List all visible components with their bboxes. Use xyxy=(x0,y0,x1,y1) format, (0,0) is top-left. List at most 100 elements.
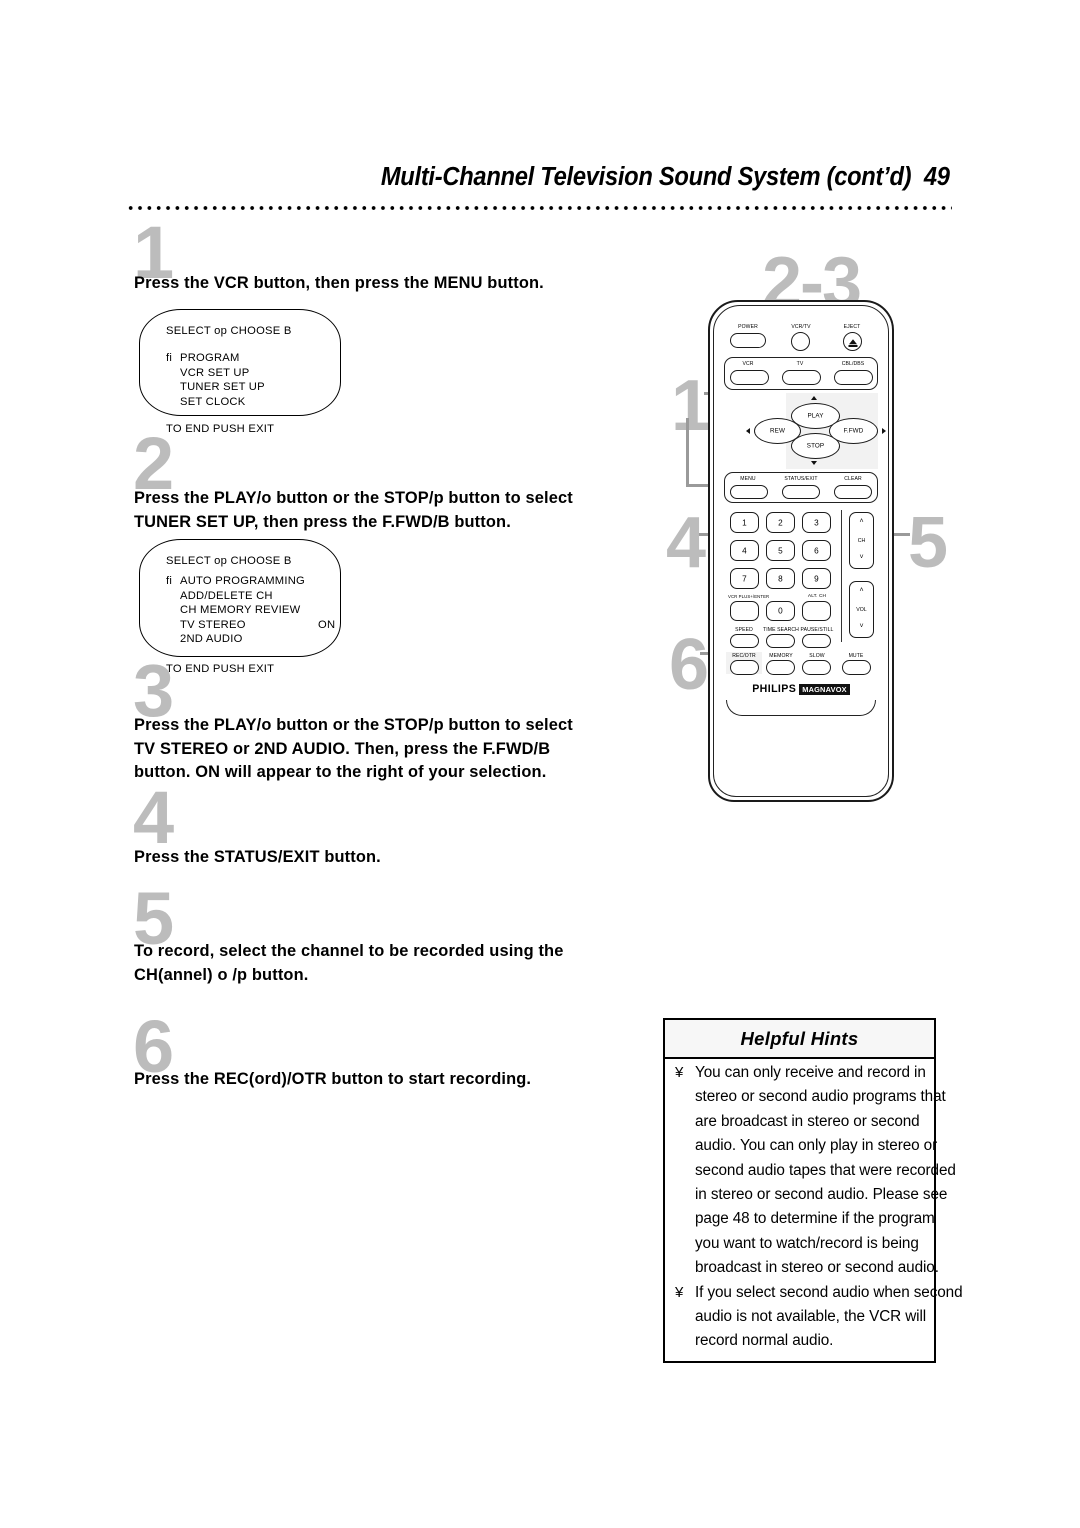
hint-text: You can only receive and record in stere… xyxy=(695,1064,956,1277)
key-9[interactable]: 9 xyxy=(802,568,831,589)
power-button[interactable] xyxy=(730,333,766,348)
eject-triangle-icon xyxy=(848,338,857,344)
step-number-3: 3 xyxy=(133,649,174,732)
status-exit-button[interactable] xyxy=(782,485,820,499)
eject-bar-icon xyxy=(848,345,857,347)
speed-button[interactable] xyxy=(730,634,759,648)
ch-up-chevron-icon: ˄ xyxy=(859,518,864,525)
pause-still-label: PAUSE/STILL xyxy=(800,627,834,633)
osd-menu-1-footer: TO END PUSH EXIT xyxy=(166,422,275,435)
vol-rocker[interactable]: ˄ VOL ˅ xyxy=(849,581,874,638)
left-arrow-icon xyxy=(746,428,750,434)
tv-button[interactable] xyxy=(782,370,821,385)
osd-menu-2-item: ADD/DELETE CH xyxy=(166,589,305,603)
osd-menu-1-item: VCR SET UP xyxy=(166,366,292,380)
osd-item-label: 2ND AUDIO xyxy=(180,632,243,645)
key-4[interactable]: 4 xyxy=(730,540,759,561)
tv-label: TV xyxy=(796,361,804,367)
header-divider xyxy=(126,205,952,211)
alt-ch-label: ALT. CH xyxy=(807,594,827,599)
step-text-3: Press the PLAY/o button or the STOP/p bu… xyxy=(134,714,679,785)
remote-control-diagram: POWER VCR/TV EJECT VCR TV CBL/DBS PLAY S… xyxy=(686,300,916,820)
vcr-plus-enter-label: VCR PLUS+/ENTER xyxy=(728,594,770,599)
vcr-button[interactable] xyxy=(730,370,769,385)
memory-button[interactable] xyxy=(766,660,795,675)
key-9-label: 9 xyxy=(814,574,819,583)
key-2[interactable]: 2 xyxy=(766,512,795,533)
osd-menu-2-footer: TO END PUSH EXIT xyxy=(166,663,275,676)
key-1[interactable]: 1 xyxy=(730,512,759,533)
alt-ch-button[interactable] xyxy=(802,601,831,621)
osd-menu-2-item: 2ND AUDIO xyxy=(166,632,305,646)
step-number-4: 4 xyxy=(133,776,174,859)
page-title: Multi-Channel Television Sound System (c… xyxy=(381,163,950,192)
osd-menu-1-item: SET CLOCK xyxy=(166,395,292,409)
slow-button[interactable] xyxy=(802,660,831,675)
rec-otr-button[interactable] xyxy=(730,660,759,675)
osd-item-label: TUNER SET UP xyxy=(180,381,265,394)
stop-label: STOP xyxy=(806,442,825,450)
osd-menu-1-item: fi PROGRAM xyxy=(166,351,292,365)
step-text-5-line1: To record, select the channel to be reco… xyxy=(134,942,564,960)
step-text-6: Press the REC(ord)/OTR button to start r… xyxy=(134,1070,532,1088)
key-0[interactable]: 0 xyxy=(766,601,795,621)
keypad-rocker-divider xyxy=(841,510,842,642)
osd-item-label: PROGRAM xyxy=(180,352,240,365)
ch-rocker-label: CH xyxy=(857,538,866,544)
key-6[interactable]: 6 xyxy=(802,540,831,561)
helpful-hints-box: Helpful Hints ¥ You can only receive and … xyxy=(663,1018,963,1363)
cbl-dbs-button[interactable] xyxy=(834,370,873,385)
key-5-label: 5 xyxy=(778,546,783,555)
vcr-tv-button[interactable] xyxy=(791,332,810,351)
osd-item-value: ON xyxy=(318,618,336,631)
osd-menu-2-content: SELECT op CHOOSE B fi AUTO PROGRAMMING AD… xyxy=(166,554,335,677)
key-2-label: 2 xyxy=(778,518,783,527)
status-exit-label: STATUS/EXIT xyxy=(784,476,818,482)
step-text-3-line1: Press the PLAY/o button or the STOP/p bu… xyxy=(134,716,573,734)
vcr-plus-enter-button[interactable] xyxy=(730,601,759,621)
memory-label: MEMORY xyxy=(769,653,793,659)
magnavox-wordmark: MAGNAVOX xyxy=(799,683,850,695)
page-title-text: Multi-Channel Television Sound System (c… xyxy=(381,163,912,191)
step-text-2-line1: Press the PLAY/o button or the STOP/p bu… xyxy=(134,489,573,507)
osd-menu-2: SELECT op CHOOSE B fi AUTO PROGRAMMING AD… xyxy=(139,539,341,675)
mute-button[interactable] xyxy=(842,660,871,675)
key-6-label: 6 xyxy=(814,546,819,555)
osd-menu-1: SELECT op CHOOSE B fi PROGRAM VCR SET UP … xyxy=(139,309,341,435)
osd-menu-2-header: SELECT op CHOOSE B xyxy=(166,555,292,567)
key-8[interactable]: 8 xyxy=(766,568,795,589)
step-text-5-line2: CH(annel) o /p button. xyxy=(134,965,309,984)
osd-item-label: VCR SET UP xyxy=(180,366,250,379)
step-text-5: To record, select the channel to be reco… xyxy=(134,940,664,987)
vcr-label: VCR xyxy=(742,361,754,367)
eject-button[interactable] xyxy=(843,332,862,351)
key-3[interactable]: 3 xyxy=(802,512,831,533)
key-0-label: 0 xyxy=(778,606,783,616)
osd-menu-2-item: CH MEMORY REVIEW xyxy=(166,603,305,617)
pause-still-button[interactable] xyxy=(802,634,831,648)
cbl-dbs-label: CBL/DBS xyxy=(841,361,865,367)
helpful-hints-title: Helpful Hints xyxy=(740,1028,859,1049)
key-7[interactable]: 7 xyxy=(730,568,759,589)
ffwd-button[interactable]: F.FWD xyxy=(829,418,878,444)
ffwd-label: F.FWD xyxy=(843,427,864,435)
speed-label: SPEED xyxy=(735,627,753,633)
clear-button[interactable] xyxy=(834,485,872,499)
osd-item-label: TV STEREO xyxy=(180,618,246,631)
time-search-button[interactable] xyxy=(766,634,795,648)
key-5[interactable]: 5 xyxy=(766,540,795,561)
key-7-label: 7 xyxy=(742,574,747,583)
ch-rocker[interactable]: ˄ CH ˅ xyxy=(849,512,874,569)
hint-text: If you select second audio when second a… xyxy=(695,1283,963,1350)
osd-menu-2-item: TV STEREO ON xyxy=(166,618,335,632)
osd-indicator: fi xyxy=(166,352,173,365)
key-4-label: 4 xyxy=(742,546,747,555)
menu-button[interactable] xyxy=(730,485,768,499)
time-search-label: TIME SEARCH xyxy=(763,627,799,633)
step-text-3-line3: button. ON will appear to the right of y… xyxy=(134,763,547,781)
clear-label: CLEAR xyxy=(844,476,862,482)
rew-label: REW xyxy=(770,427,785,435)
osd-item-label: CH MEMORY REVIEW xyxy=(180,604,301,617)
rew-button[interactable]: REW xyxy=(754,418,801,444)
osd-menu-1-header: SELECT op CHOOSE B xyxy=(166,325,292,337)
